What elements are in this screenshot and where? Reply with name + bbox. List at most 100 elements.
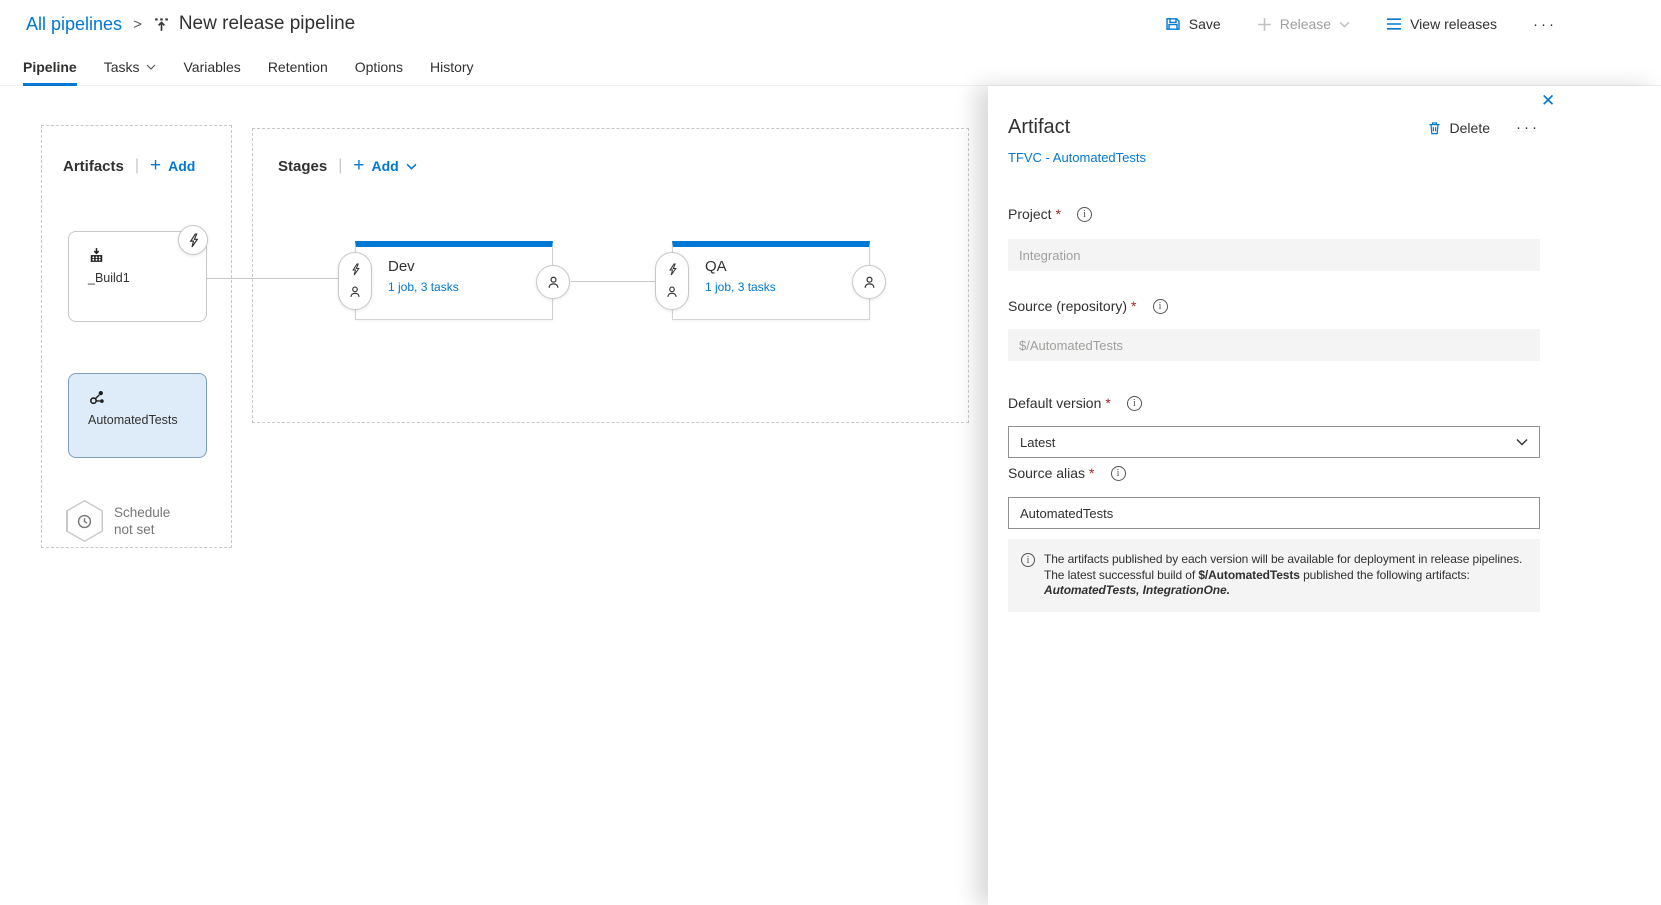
info-tooltip-icon[interactable] (1111, 466, 1126, 481)
source-repository-field (1008, 329, 1540, 361)
tab-history[interactable]: History (430, 48, 474, 85)
stage-name: QA (705, 258, 869, 275)
add-artifact-button[interactable]: + Add (150, 158, 195, 174)
artifact-card-automatedtests[interactable]: AutomatedTests (68, 373, 207, 458)
schedule-status: Schedule not set (114, 504, 170, 538)
ellipsis-icon: ··· (1533, 16, 1557, 33)
chevron-down-icon (1516, 438, 1528, 446)
source-repository-label: Source (repository)* (1008, 298, 1168, 314)
info-text-bold-italic: AutomatedTests, IntegrationOne (1044, 583, 1227, 597)
info-text-part: . (1227, 583, 1230, 597)
artifact-source-link[interactable]: TFVC - AutomatedTests (1008, 150, 1146, 165)
selected-option: Latest (1020, 435, 1055, 450)
divider: | (338, 157, 342, 175)
tab-bar: Pipeline Tasks Variables Retention Optio… (0, 48, 1661, 86)
schedule-line2: not set (114, 521, 170, 538)
artifact-name: AutomatedTests (88, 413, 206, 427)
tab-options-label: Options (355, 59, 403, 75)
required-mark: * (1131, 298, 1136, 314)
person-approval-icon (546, 275, 561, 290)
add-stage-button[interactable]: + Add (353, 158, 416, 174)
info-tooltip-icon[interactable] (1127, 396, 1142, 411)
artifact-info-message: The artifacts published by each version … (1008, 539, 1540, 612)
connector-line (571, 281, 655, 282)
schedule-line1: Schedule (114, 504, 170, 521)
delete-artifact-button[interactable]: Delete (1427, 120, 1490, 136)
connector-line (207, 278, 338, 279)
divider: | (135, 157, 139, 175)
source-alias-input[interactable] (1008, 497, 1540, 529)
tab-retention[interactable]: Retention (268, 48, 328, 85)
breadcrumb: All pipelines > New release pipeline (26, 13, 355, 35)
label-text: Source (repository) (1008, 298, 1127, 314)
source-alias-label: Source alias* (1008, 465, 1126, 481)
tfvc-branch-icon (88, 389, 206, 406)
artifacts-header: Artifacts | + Add (63, 156, 195, 176)
label-text: Project (1008, 206, 1052, 222)
schedule-trigger[interactable]: Schedule not set (66, 500, 170, 542)
tab-tasks-label: Tasks (104, 59, 140, 75)
release-button[interactable]: Release (1257, 16, 1350, 32)
artifacts-title: Artifacts (63, 158, 124, 175)
post-deployment-conditions-qa[interactable] (852, 265, 886, 299)
project-label: Project* (1008, 206, 1092, 222)
stage-card-dev[interactable]: Dev 1 job, 3 tasks (355, 241, 553, 320)
save-button[interactable]: Save (1165, 16, 1221, 32)
release-label: Release (1280, 16, 1331, 32)
add-artifact-label: Add (168, 158, 195, 174)
info-icon (1021, 553, 1035, 567)
info-tooltip-icon[interactable] (1077, 207, 1092, 222)
tab-options[interactable]: Options (355, 48, 403, 85)
default-version-label: Default version* (1008, 395, 1142, 411)
breadcrumb-all-pipelines[interactable]: All pipelines (26, 14, 122, 35)
more-actions-button[interactable]: ··· (1533, 16, 1557, 33)
artifact-properties-panel: ✕ Artifact Delete (988, 86, 1661, 905)
stage-tasks-link[interactable]: 1 job, 3 tasks (705, 280, 776, 294)
top-header: All pipelines > New release pipeline (0, 0, 1661, 48)
pre-deployment-conditions-dev[interactable] (338, 252, 372, 310)
tab-variables[interactable]: Variables (183, 48, 240, 85)
lightning-trigger-icon (667, 263, 678, 276)
person-approval-icon (862, 275, 877, 290)
tab-pipeline[interactable]: Pipeline (23, 48, 77, 85)
release-pipeline-editor: All pipelines > New release pipeline (0, 0, 1661, 905)
page-title: New release pipeline (179, 13, 355, 35)
view-releases-button[interactable]: View releases (1386, 16, 1497, 32)
breadcrumb-separator: > (133, 16, 142, 33)
project-field (1008, 239, 1540, 271)
artifact-name: _Build1 (88, 271, 206, 285)
panel-more-button[interactable]: ··· (1516, 119, 1540, 136)
ellipsis-icon: ··· (1516, 119, 1540, 136)
chevron-down-icon (406, 163, 417, 170)
label-text: Source alias (1008, 465, 1085, 481)
info-message-text: The artifacts published by each version … (1044, 552, 1526, 599)
stage-tasks-link[interactable]: 1 job, 3 tasks (388, 280, 459, 294)
person-approval-icon (348, 285, 362, 299)
required-mark: * (1056, 206, 1061, 222)
info-tooltip-icon[interactable] (1153, 299, 1168, 314)
stage-card-qa[interactable]: QA 1 job, 3 tasks (672, 241, 870, 320)
tab-tasks[interactable]: Tasks (104, 48, 157, 85)
stage-name: Dev (388, 258, 552, 275)
plus-icon: + (150, 159, 161, 173)
plus-icon (1257, 17, 1272, 32)
required-mark: * (1089, 465, 1094, 481)
default-version-dropdown[interactable]: Latest (1008, 426, 1540, 458)
post-deployment-conditions-dev[interactable] (536, 265, 570, 299)
save-label: Save (1189, 16, 1221, 32)
panel-title: Artifact (1008, 116, 1070, 139)
close-panel-button[interactable]: ✕ (1541, 91, 1555, 111)
tab-retention-label: Retention (268, 59, 328, 75)
artifacts-region (41, 125, 232, 548)
panel-content: Artifact Delete (1008, 86, 1540, 905)
tab-variables-label: Variables (183, 59, 240, 75)
view-releases-label: View releases (1410, 16, 1497, 32)
continuous-deployment-trigger-button[interactable] (178, 225, 208, 255)
info-text-bold: $/AutomatedTests (1198, 568, 1300, 582)
trash-icon (1427, 120, 1442, 136)
stages-header: Stages | + Add (278, 156, 417, 176)
pre-deployment-conditions-qa[interactable] (655, 252, 689, 310)
clock-hexagon-icon (66, 500, 103, 542)
delete-label: Delete (1450, 120, 1490, 136)
chevron-down-icon (146, 64, 156, 70)
